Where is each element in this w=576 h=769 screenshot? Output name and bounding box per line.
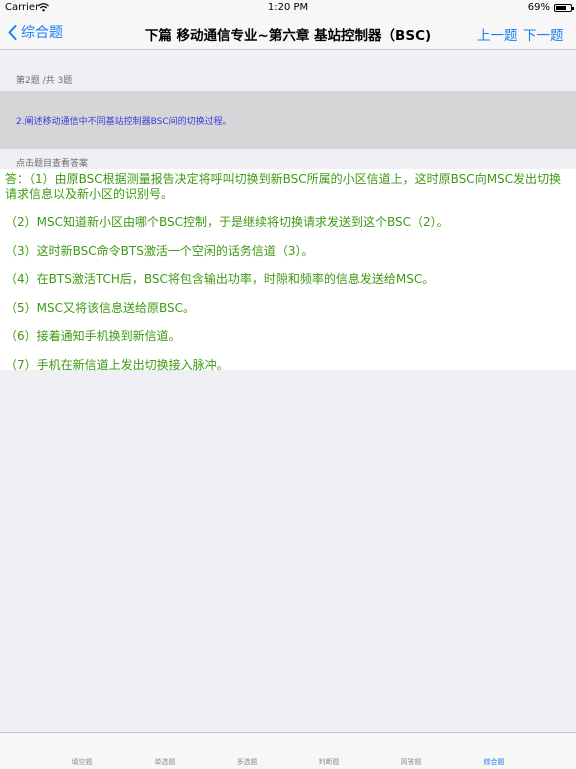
tab-single-choice[interactable]: 单选题 (145, 757, 185, 767)
back-button-label: 综合题 (21, 25, 63, 41)
back-button[interactable]: 综合题 (8, 22, 63, 42)
status-bar: Carrier 1:20 PM 69% (0, 0, 576, 16)
previous-question-button[interactable]: 上一题 (477, 24, 518, 44)
answer-line: （4）在BTS激活TCH后，BSC将包含输出功率，时隙和频率的信息发送给MSC。 (5, 272, 435, 286)
answer-line: （7）手机在新信道上发出切换接入脉冲。 (5, 358, 229, 372)
battery-level-fill (556, 6, 566, 10)
answer-line: （5）MSC又将该信息送给原BSC。 (5, 301, 196, 315)
answer-line: （3）这时新BSC命令BTS激活一个空闲的话务信道（3）。 (5, 244, 314, 258)
answer-line: （2）MSC知道新小区由哪个BSC控制，于是继续将切换请求发送到这个BSC（2）… (5, 215, 449, 229)
next-question-button[interactable]: 下一题 (523, 24, 564, 44)
battery-icon (554, 4, 574, 12)
question-progress: 第2题 /共 3题 (16, 76, 73, 86)
status-time: 1:20 PM (267, 2, 309, 13)
battery-percent: 69% (527, 2, 550, 13)
tab-true-false[interactable]: 判断题 (309, 757, 349, 767)
tab-fill-in-blank[interactable]: 填空题 (62, 757, 102, 767)
show-answer-hint[interactable]: 点击题目查看答案 (16, 156, 88, 169)
answer-panel: 答：（1）由原BSC根据测量报告决定将呼叫切换到新BSC所属的小区信道上，这时原… (0, 169, 576, 372)
answer-line: 答：（1）由原BSC根据测量报告决定将呼叫切换到新BSC所属的小区信道上，这时原… (5, 172, 562, 201)
tab-multiple-choice[interactable]: 多选题 (227, 757, 267, 767)
answer-line: （6）接着通知手机换到新信道。 (5, 329, 181, 343)
tab-comprehensive[interactable]: 综合题 (474, 757, 514, 767)
question-text: 2.阐述移动通信中不同基站控制器BSC间的切换过程。 (16, 117, 232, 127)
tab-bar: 填空题 单选题 多选题 判断题 简答题 综合题 (0, 732, 576, 769)
question-card[interactable]: 2.阐述移动通信中不同基站控制器BSC间的切换过程。 (0, 91, 576, 149)
navigation-bar: 综合题 下篇 移动通信专业~第六章 基站控制器（BSC) 上一题 下一题 (0, 16, 576, 50)
chevron-left-icon (8, 24, 17, 40)
tab-short-answer[interactable]: 简答题 (391, 757, 431, 767)
